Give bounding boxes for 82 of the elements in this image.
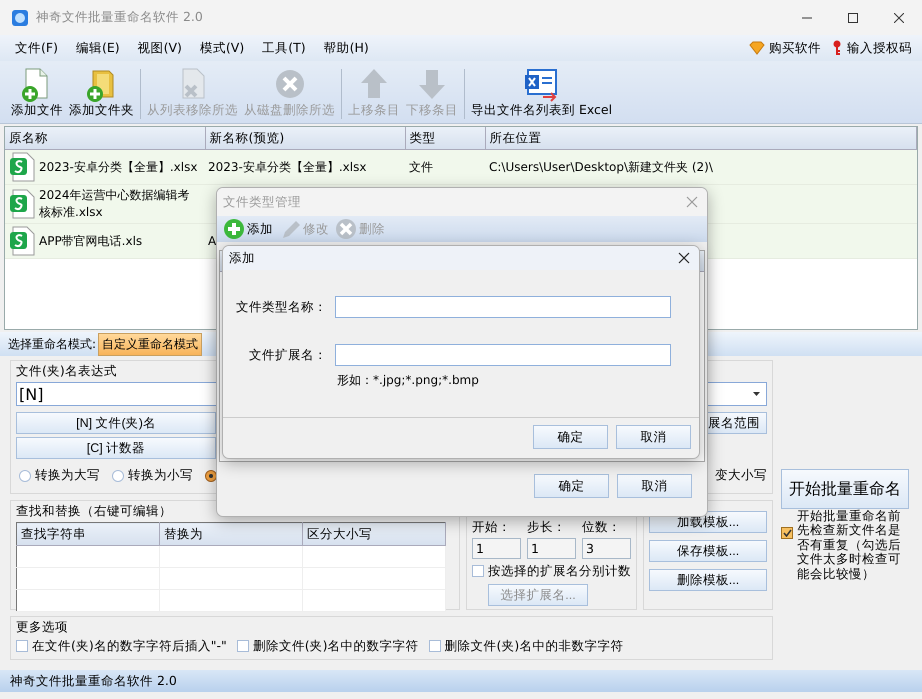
checkbox[interactable] <box>472 565 484 577</box>
checkbox[interactable] <box>781 527 793 539</box>
template-button[interactable]: 删除模板... <box>649 569 767 591</box>
close-icon[interactable] <box>678 252 690 264</box>
column-header[interactable]: 区分大小写 <box>302 522 446 546</box>
column-header[interactable]: 替换为 <box>160 522 302 546</box>
column-header[interactable]: 原名称 <box>5 127 205 150</box>
input-field[interactable] <box>335 344 671 366</box>
checkbox-label: 删除文件(夹)名中的非数字字符 <box>444 638 624 655</box>
status-text: 神奇文件批量重命名软件 2.0 <box>10 672 177 690</box>
field-label: 开始： <box>472 519 512 536</box>
radio-label: 转换为小写 <box>128 467 193 484</box>
plus-circle-icon <box>223 218 245 240</box>
key-icon <box>831 40 843 56</box>
checkbox-label: 在文件(夹)名的数字字符后插入"-" <box>32 638 227 655</box>
radio-button[interactable] <box>205 470 217 482</box>
group-title: 查找和替换（右键可编辑） <box>16 503 173 520</box>
menu-item[interactable]: 帮助(H) <box>314 40 378 56</box>
menu-link[interactable]: 购买软件 <box>769 40 821 56</box>
checkbox-label: 开始批量重命名前先检查新文件名是否有重复（勾选后文件太多时检查可能会比较慢） <box>797 509 902 581</box>
dialog-title: 文件类型管理 <box>223 194 301 210</box>
dialog-button[interactable]: 取消 <box>616 425 691 449</box>
field-label: 文件扩展名： <box>248 346 327 364</box>
mode-label: 选择重命名模式: <box>8 336 96 352</box>
field-label: 步长： <box>527 519 567 536</box>
group-title: 更多选项 <box>16 619 69 636</box>
table-cell: APP带官网电话.xls <box>39 232 142 250</box>
column-header[interactable]: 查找字符串 <box>16 522 160 546</box>
menu-item[interactable]: 编辑(E) <box>66 40 129 56</box>
group-title: 文件(夹)名表达式 <box>16 363 118 380</box>
field-label: 位数： <box>582 519 622 536</box>
column-header[interactable]: 新名称(预览) <box>205 127 405 150</box>
number-field[interactable]: 1 <box>472 538 521 559</box>
window-title: 神奇文件批量重命名软件 2.0 <box>36 9 204 26</box>
menu-link[interactable]: 输入授权码 <box>847 40 912 56</box>
find-replace-table[interactable]: 查找字符串 替换为 区分大小写 <box>16 522 446 612</box>
dialog-button[interactable]: 确定 <box>533 425 608 449</box>
checkbox-label: 删除文件(夹)名中的数字字符 <box>252 638 419 655</box>
toolbar-button[interactable]: 添加文件 <box>8 66 66 119</box>
template-button[interactable]: 保存模板... <box>649 540 767 562</box>
table-cell: C:\Users\User\Desktop\新建文件夹 (2)\ <box>489 160 713 174</box>
menu-item[interactable]: 文件(F) <box>6 40 67 56</box>
checkbox-label: 按选择的扩展名分别计数 <box>488 563 631 580</box>
toolbar-button[interactable]: 导出文件名列表到 Excel <box>468 66 616 119</box>
number-field[interactable]: 1 <box>527 538 576 559</box>
gem-icon <box>749 41 765 55</box>
menu-item[interactable]: 工具(T) <box>253 40 315 56</box>
spreadsheet-file-icon <box>9 152 35 182</box>
insert-counter-button[interactable]: [C] 计数器 <box>16 437 216 459</box>
column-header[interactable]: 类型 <box>405 127 485 150</box>
spreadsheet-file-icon <box>9 226 35 256</box>
checkbox[interactable] <box>428 640 441 652</box>
radio-button[interactable] <box>112 470 124 482</box>
menu-item[interactable]: 模式(V) <box>190 40 254 56</box>
x-circle-icon <box>335 218 357 240</box>
toolbar-button[interactable]: 添加 <box>223 218 273 240</box>
table-cell: 文件 <box>409 160 433 174</box>
column-header[interactable]: 所在位置 <box>485 127 916 150</box>
field-label: 文件类型名称： <box>235 298 327 316</box>
insert-name-button[interactable]: [N] 文件(夹)名 <box>16 412 216 434</box>
radio-label: 转换为大写 <box>35 467 100 484</box>
mode-tab[interactable]: 自定义重命名模式 <box>98 332 202 356</box>
dialog-button[interactable]: 确定 <box>534 474 609 498</box>
radio-label: 变大小写 <box>715 467 767 484</box>
spreadsheet-file-icon <box>9 189 35 219</box>
menu-item[interactable]: 视图(V) <box>128 40 191 56</box>
checkbox[interactable] <box>236 640 249 652</box>
toolbar-button[interactable]: 添加文件夹 <box>66 66 137 119</box>
app-logo-icon <box>12 10 28 26</box>
table-cell: 2023-安卓分类【全量】.xlsx <box>208 160 366 174</box>
table-cell: 2023-安卓分类【全量】.xlsx <box>39 158 198 176</box>
hint-text: 形如：*.jpg;*.png;*.bmp <box>337 372 480 389</box>
number-field[interactable]: 3 <box>582 538 631 559</box>
dialog-button[interactable]: 取消 <box>617 474 692 498</box>
dialog-title: 添加 <box>229 250 255 266</box>
caret-icon <box>753 392 760 396</box>
table-cell-text: 2024年运营中心数据编辑考核标准.xlsx <box>39 187 191 221</box>
start-rename-button[interactable]: 开始批量重命名 <box>781 469 909 509</box>
radio-button[interactable] <box>19 470 31 482</box>
input-field[interactable] <box>335 296 671 318</box>
checkbox[interactable] <box>16 640 28 652</box>
table-cell: A <box>208 234 216 248</box>
